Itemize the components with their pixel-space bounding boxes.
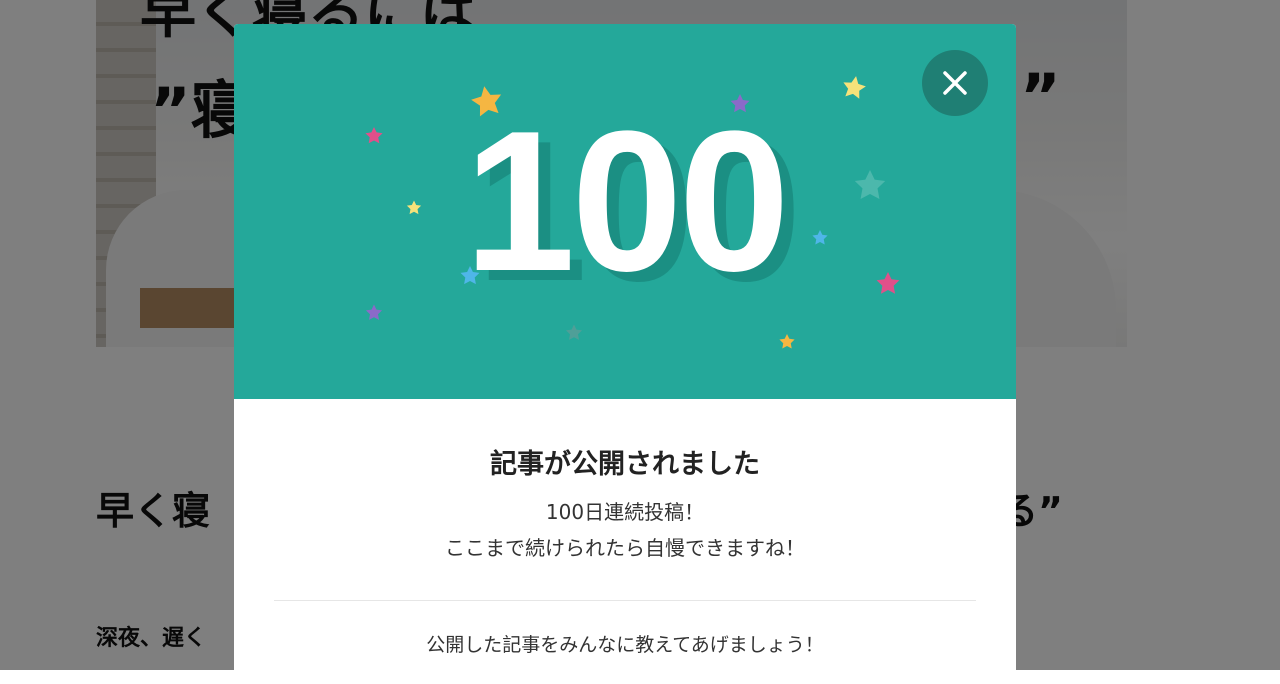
streak-count-badge: 100 bbox=[464, 90, 790, 313]
modal-title: 記事が公開されました bbox=[490, 449, 760, 480]
star-icon bbox=[841, 74, 868, 100]
share-prompt: 公開した記事をみんなに教えてあげましょう！ bbox=[426, 634, 824, 656]
modal-header: 100 bbox=[234, 24, 1016, 399]
star-icon bbox=[365, 304, 383, 320]
divider bbox=[274, 600, 976, 601]
close-icon bbox=[943, 71, 967, 95]
close-button[interactable] bbox=[922, 50, 988, 116]
streak-message: 100日連続投稿！ bbox=[545, 500, 705, 524]
streak-message-sub: ここまで続けられたら自慢できますね！ bbox=[445, 536, 805, 560]
star-icon bbox=[565, 324, 583, 340]
star-icon bbox=[779, 334, 795, 349]
publish-celebration-modal: 100 記事が公開されました 100日連続投稿！ ここまで続けられたら自慢できま… bbox=[234, 24, 1016, 684]
